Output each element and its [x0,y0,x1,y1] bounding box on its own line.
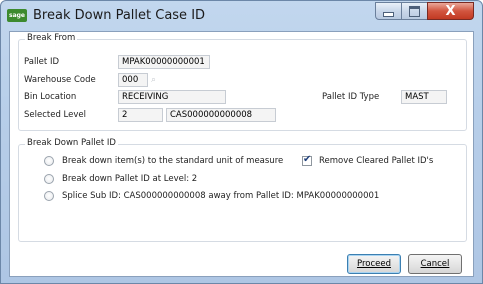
break-down-level-radio[interactable] [44,174,54,184]
lookup-icon[interactable]: ⌕ [151,75,159,85]
selected-level-field[interactable]: 2 [118,108,163,122]
title-bar[interactable]: sage Break Down Pallet Case ID X [1,1,482,31]
close-icon: X [445,3,456,19]
pallet-id-field[interactable]: MPAK00000000001 [118,55,210,69]
break-from-group-title: Break From [25,33,78,43]
selected-case-field[interactable]: CAS000000000008 [166,108,276,122]
splice-sub-id-radio[interactable] [44,191,54,201]
sage-logo-icon: sage [7,9,27,22]
remove-cleared-checkbox[interactable]: ✔ [302,154,312,166]
bin-location-label: Bin Location [24,92,77,102]
cancel-button[interactable]: Cancel [408,254,462,274]
pallet-id-label: Pallet ID [24,57,59,67]
pallet-id-type-field[interactable]: MAST [401,90,447,104]
break-down-group: Break Down Pallet ID Break down item(s) … [18,138,467,242]
proceed-button[interactable]: Proceed [347,254,401,274]
minimize-icon [383,12,394,17]
pallet-id-type-label: Pallet ID Type [322,92,380,102]
close-button[interactable]: X [427,2,474,20]
window-controls: X [375,2,474,20]
break-down-group-title: Break Down Pallet ID [25,138,118,148]
dialog-body: Break From Pallet ID MPAK00000000001 War… [9,31,474,277]
minimize-button[interactable] [375,2,402,20]
bin-location-field[interactable]: RECEIVING [118,90,226,104]
maximize-icon [409,5,420,17]
break-down-items-label[interactable]: Break down item(s) to the standard unit … [62,156,283,166]
break-down-items-radio[interactable] [44,156,54,166]
maximize-button[interactable] [401,2,428,20]
warehouse-code-field[interactable]: 000 [118,73,148,87]
remove-cleared-label[interactable]: Remove Cleared Pallet ID's [319,156,433,166]
dialog-window: sage Break Down Pallet Case ID X Break F… [0,0,483,284]
splice-sub-id-label[interactable]: Splice Sub ID: CAS000000000008 away from… [62,191,379,201]
window-title: Break Down Pallet Case ID [33,8,206,23]
warehouse-code-label: Warehouse Code [24,75,96,85]
selected-level-label: Selected Level [24,110,86,120]
check-icon: ✔ [303,154,312,165]
break-from-group: Break From Pallet ID MPAK00000000001 War… [18,33,467,131]
break-down-level-label[interactable]: Break down Pallet ID at Level: 2 [62,174,197,184]
